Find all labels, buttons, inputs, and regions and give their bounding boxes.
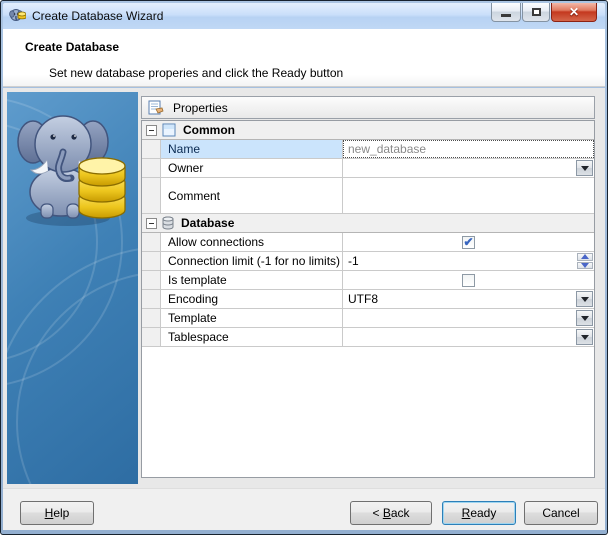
common-section-icon <box>162 123 176 137</box>
is-template-checkbox[interactable] <box>462 274 475 287</box>
owner-label: Owner <box>161 159 343 177</box>
is-template-value-cell <box>343 271 594 289</box>
collapse-database-icon[interactable] <box>146 218 157 229</box>
collapse-common-icon[interactable] <box>146 125 157 136</box>
row-allow-connections[interactable]: Allow connections ✔ <box>142 233 594 252</box>
section-common-label: Common <box>183 123 235 137</box>
wizard-header: Create Database Set new database properi… <box>3 29 605 87</box>
page-title: Create Database <box>25 40 119 54</box>
comment-label: Comment <box>161 178 343 213</box>
row-is-template[interactable]: Is template <box>142 271 594 290</box>
row-gutter <box>142 140 161 158</box>
allow-connections-label: Allow connections <box>161 233 343 251</box>
name-label: Name <box>161 140 343 158</box>
spinner-up-icon <box>581 254 589 259</box>
chevron-down-icon <box>581 166 589 171</box>
name-value: new_database <box>344 142 426 156</box>
section-database[interactable]: Database <box>142 214 594 233</box>
owner-value-cell[interactable] <box>343 159 594 177</box>
row-tablespace[interactable]: Tablespace <box>142 328 594 347</box>
encoding-label: Encoding <box>161 290 343 308</box>
name-input[interactable]: new_database <box>343 140 594 158</box>
spinner-up-button[interactable] <box>577 253 593 261</box>
owner-dropdown-button[interactable] <box>576 160 593 176</box>
connection-limit-label: Connection limit (-1 for no limits) <box>161 252 343 270</box>
tablespace-value-cell[interactable] <box>343 328 594 346</box>
close-icon: ✕ <box>569 5 579 19</box>
wizard-sidebar <box>7 92 138 484</box>
encoding-value: UTF8 <box>343 292 378 306</box>
check-icon: ✔ <box>463 237 473 247</box>
properties-grid: Common Name new_database Owner <box>141 120 595 478</box>
database-section-icon <box>162 216 174 230</box>
postgresql-elephant-logo <box>13 100 132 230</box>
titlebar[interactable]: Create Database Wizard ✕ <box>3 3 605 29</box>
row-gutter <box>142 252 161 270</box>
template-value-cell[interactable] <box>343 309 594 327</box>
chevron-down-icon <box>581 316 589 321</box>
back-button[interactable]: < Back <box>350 501 432 525</box>
window-controls: ✕ <box>490 3 597 22</box>
maximize-button[interactable] <box>522 3 550 22</box>
section-common[interactable]: Common <box>142 121 594 140</box>
row-encoding[interactable]: Encoding UTF8 <box>142 290 594 309</box>
name-value-cell: new_database <box>343 140 594 158</box>
comment-value-cell[interactable] <box>343 178 594 213</box>
ready-button[interactable]: Ready <box>442 501 516 525</box>
window-title: Create Database Wizard <box>32 9 163 23</box>
maximize-icon <box>532 8 541 16</box>
encoding-value-cell[interactable]: UTF8 <box>343 290 594 308</box>
close-button[interactable]: ✕ <box>551 3 597 22</box>
connection-limit-spinner <box>577 253 593 269</box>
tablespace-dropdown-button[interactable] <box>576 329 593 345</box>
row-owner[interactable]: Owner <box>142 159 594 178</box>
tablespace-label: Tablespace <box>161 328 343 346</box>
encoding-dropdown-button[interactable] <box>576 291 593 307</box>
properties-panel-title: Properties <box>173 101 228 115</box>
row-gutter <box>142 328 161 346</box>
create-database-wizard-window: Create Database Wizard ✕ Create Database… <box>0 0 608 535</box>
properties-panel-header: Properties <box>141 96 595 119</box>
main-area: Properties Common Name new_database <box>3 88 605 488</box>
template-label: Template <box>161 309 343 327</box>
allow-connections-checkbox[interactable]: ✔ <box>462 236 475 249</box>
spinner-down-icon <box>581 263 589 268</box>
row-name[interactable]: Name new_database <box>142 140 594 159</box>
spinner-down-button[interactable] <box>577 262 593 270</box>
template-dropdown-button[interactable] <box>576 310 593 326</box>
section-database-label: Database <box>181 216 234 230</box>
row-gutter <box>142 159 161 177</box>
window-elephant-icon <box>9 8 26 25</box>
row-gutter <box>142 309 161 327</box>
cancel-button[interactable]: Cancel <box>524 501 598 525</box>
row-comment[interactable]: Comment <box>142 178 594 214</box>
row-gutter <box>142 290 161 308</box>
connection-limit-value: -1 <box>343 254 359 268</box>
row-gutter <box>142 233 161 251</box>
row-gutter <box>142 271 161 289</box>
page-subtitle: Set new database properies and click the… <box>49 66 343 80</box>
chevron-down-icon <box>581 335 589 340</box>
row-gutter <box>142 178 161 213</box>
chevron-down-icon <box>581 297 589 302</box>
minimize-button[interactable] <box>491 3 521 22</box>
minimize-icon <box>501 14 511 17</box>
help-button[interactable]: Help <box>20 501 94 525</box>
row-template[interactable]: Template <box>142 309 594 328</box>
properties-icon <box>148 100 164 116</box>
row-connection-limit[interactable]: Connection limit (-1 for no limits) -1 <box>142 252 594 271</box>
is-template-label: Is template <box>161 271 343 289</box>
connection-limit-value-cell[interactable]: -1 <box>343 252 594 270</box>
button-bar: Help < Back Ready Cancel <box>3 488 605 530</box>
allow-connections-value-cell: ✔ <box>343 233 594 251</box>
